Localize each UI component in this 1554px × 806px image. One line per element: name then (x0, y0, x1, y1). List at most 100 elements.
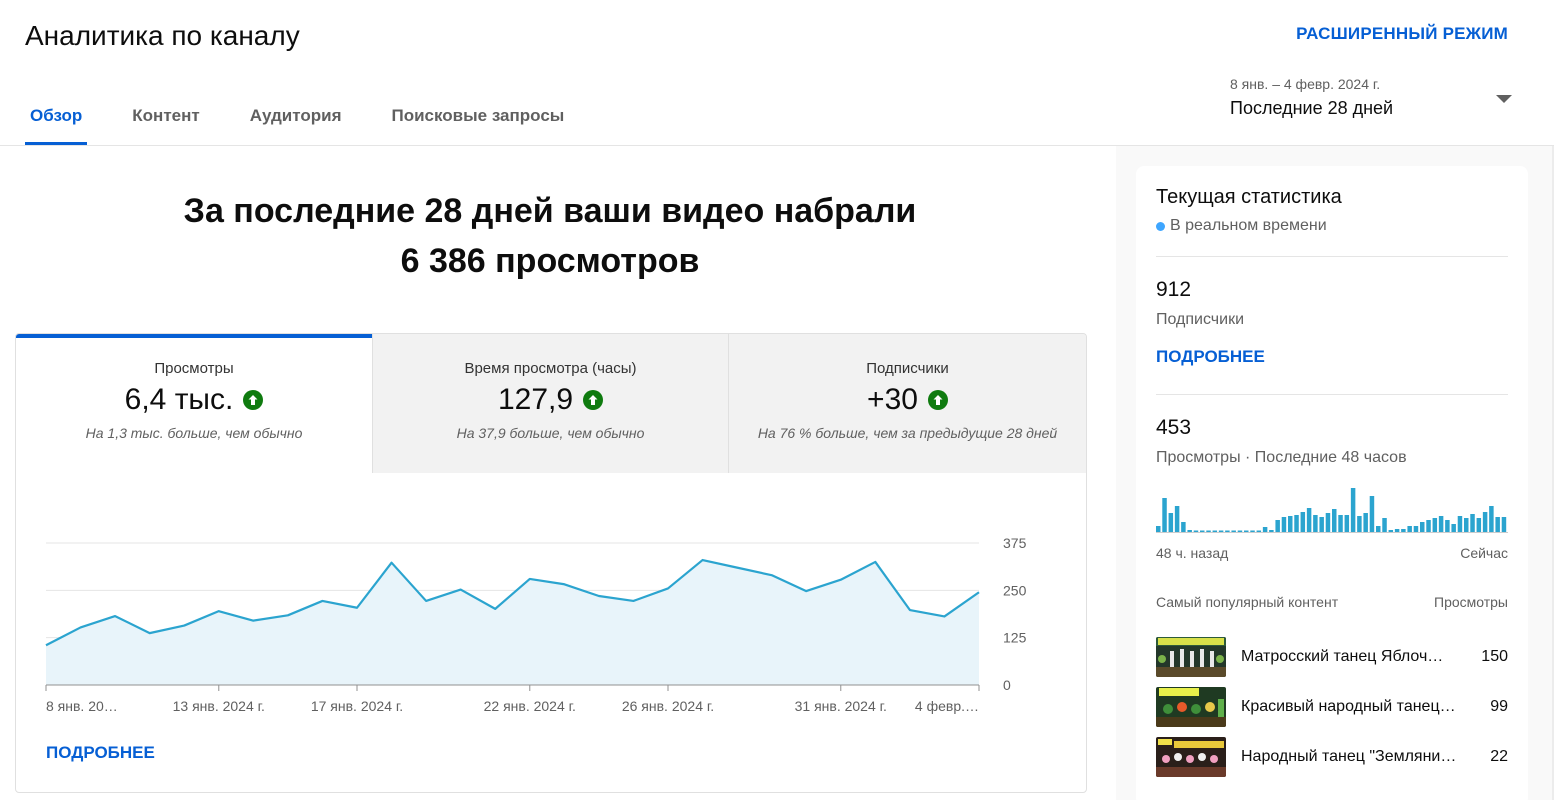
live-label: В реальном времени (1170, 217, 1327, 235)
spark-bar (1489, 506, 1493, 532)
spark-axis-left: 48 ч. назад (1156, 545, 1228, 561)
x-tick-label: 8 янв. 20… (46, 698, 118, 714)
advanced-mode-link[interactable]: РАСШИРЕННЫЙ РЕЖИМ (1296, 24, 1508, 44)
video-views: 99 (1490, 698, 1508, 716)
x-tick-label: 31 янв. 2024 г. (795, 698, 887, 714)
video-thumbnail (1156, 637, 1226, 677)
top-video-item[interactable]: Народный танец "Земляни… 22 (1156, 737, 1508, 777)
views-48h-label: Просмотры · Последние 48 часов (1156, 449, 1407, 467)
spark-bar (1332, 509, 1336, 532)
spark-bar (1275, 520, 1279, 532)
spark-bar (1426, 520, 1430, 532)
trend-up-icon (243, 390, 263, 410)
spark-bar (1162, 498, 1166, 532)
spark-bar (1420, 522, 1424, 532)
spark-bar (1477, 518, 1481, 532)
metric-value: 127,9 (498, 383, 573, 417)
spark-bar (1470, 514, 1474, 532)
spark-bar (1464, 518, 1468, 532)
subscriber-label: Подписчики (1156, 311, 1244, 329)
summary-line-2: 6 386 просмотров (150, 236, 950, 286)
metric-tab-subscribers[interactable]: Подписчики +30 На 76 % больше, чем за пр… (728, 334, 1086, 473)
spark-bar (1194, 531, 1198, 533)
y-tick-label: 0 (1003, 677, 1011, 693)
y-tick-label: 125 (1003, 630, 1027, 646)
summary-line-1: За последние 28 дней ваши видео набрали (150, 186, 950, 236)
spark-bar (1181, 522, 1185, 532)
spark-bar (1445, 520, 1449, 532)
spark-bar (1338, 515, 1342, 532)
spark-bar (1414, 526, 1418, 532)
spark-bar (1213, 531, 1217, 533)
realtime-title: Текущая статистика (1156, 186, 1342, 209)
card-more-link[interactable]: ПОДРОБНЕЕ (46, 743, 155, 763)
series-area (46, 560, 979, 685)
spark-bar (1313, 515, 1317, 532)
spark-bar (1382, 518, 1386, 532)
spark-bar (1395, 529, 1399, 532)
video-title: Красивый народный танец… (1241, 698, 1466, 716)
spark-bar (1269, 530, 1273, 532)
top-content-heading: Самый популярный контент (1156, 594, 1338, 610)
video-views: 150 (1481, 648, 1508, 666)
realtime-panel: Текущая статистика В реальном времени 91… (1136, 166, 1528, 806)
spark-bar (1389, 530, 1393, 532)
metric-label: Подписчики (729, 360, 1086, 377)
spark-bar (1169, 513, 1173, 532)
x-tick-label: 26 янв. 2024 г. (622, 698, 714, 714)
metric-label: Время просмотра (часы) (373, 360, 728, 377)
spark-bar (1326, 513, 1330, 532)
x-tick-label: 4 февр.… (915, 698, 979, 714)
subscriber-count: 912 (1156, 278, 1191, 302)
spark-bar (1288, 516, 1292, 532)
video-title: Матросский танец Яблоч… (1241, 648, 1466, 666)
spark-bar (1351, 488, 1355, 532)
tab-overview[interactable]: Обзор (25, 98, 87, 145)
spark-bar (1244, 531, 1248, 533)
spark-bar (1200, 531, 1204, 533)
tab-search-queries[interactable]: Поисковые запросы (387, 98, 570, 145)
spark-bar (1206, 531, 1210, 533)
date-range-text: 8 янв. – 4 февр. 2024 г. (1230, 76, 1520, 92)
video-title: Народный танец "Земляни… (1241, 748, 1466, 766)
tab-content[interactable]: Контент (127, 98, 204, 145)
spark-bar (1376, 526, 1380, 532)
metric-value: 6,4 тыс. (125, 383, 234, 417)
date-range-selector[interactable]: 8 янв. – 4 февр. 2024 г. Последние 28 дн… (1230, 76, 1520, 119)
spark-bar (1250, 531, 1254, 533)
views-line-chart: 37525012508 янв. 20…13 янв. 2024 г.17 ян… (16, 474, 1086, 734)
spark-bar (1345, 515, 1349, 532)
spark-bar (1401, 529, 1405, 532)
panel-divider (1156, 256, 1508, 257)
spark-bar (1363, 513, 1367, 532)
spark-bar (1282, 517, 1286, 532)
dropdown-caret-icon (1496, 95, 1512, 103)
realtime-more-link[interactable]: ПОДРОБНЕЕ (1156, 347, 1265, 367)
spark-bar (1156, 526, 1160, 532)
spark-bar (1187, 530, 1191, 532)
metric-tab-watch-time[interactable]: Время просмотра (часы) 127,9 На 37,9 бол… (372, 334, 728, 473)
live-dot-icon (1156, 222, 1165, 231)
metric-value-row: 127,9 (373, 383, 728, 417)
tab-audience[interactable]: Аудитория (245, 98, 347, 145)
spark-bar (1370, 496, 1374, 532)
top-video-item[interactable]: Красивый народный танец… 99 (1156, 687, 1508, 727)
spark-bar (1483, 512, 1487, 532)
summary-headline: За последние 28 дней ваши видео набрали … (150, 186, 950, 286)
metric-note: На 76 % больше, чем за предыдущие 28 дне… (729, 425, 1086, 441)
x-tick-label: 22 янв. 2024 г. (484, 698, 576, 714)
spark-bar (1307, 508, 1311, 532)
metric-tab-views[interactable]: Просмотры 6,4 тыс. На 1,3 тыс. больше, ч… (16, 334, 372, 473)
x-tick-label: 13 янв. 2024 г. (173, 698, 265, 714)
video-views: 22 (1490, 748, 1508, 766)
spark-bar (1175, 506, 1179, 532)
metric-note: На 1,3 тыс. больше, чем обычно (16, 425, 372, 441)
spark-bar (1502, 517, 1506, 532)
top-content-views-heading: Просмотры (1434, 594, 1508, 610)
top-video-item[interactable]: Матросский танец Яблоч… 150 (1156, 637, 1508, 677)
spark-bar (1319, 517, 1323, 532)
metric-note: На 37,9 больше, чем обычно (373, 425, 728, 441)
video-thumbnail (1156, 687, 1226, 727)
spark-bar (1433, 518, 1437, 532)
spark-bar (1225, 531, 1229, 533)
